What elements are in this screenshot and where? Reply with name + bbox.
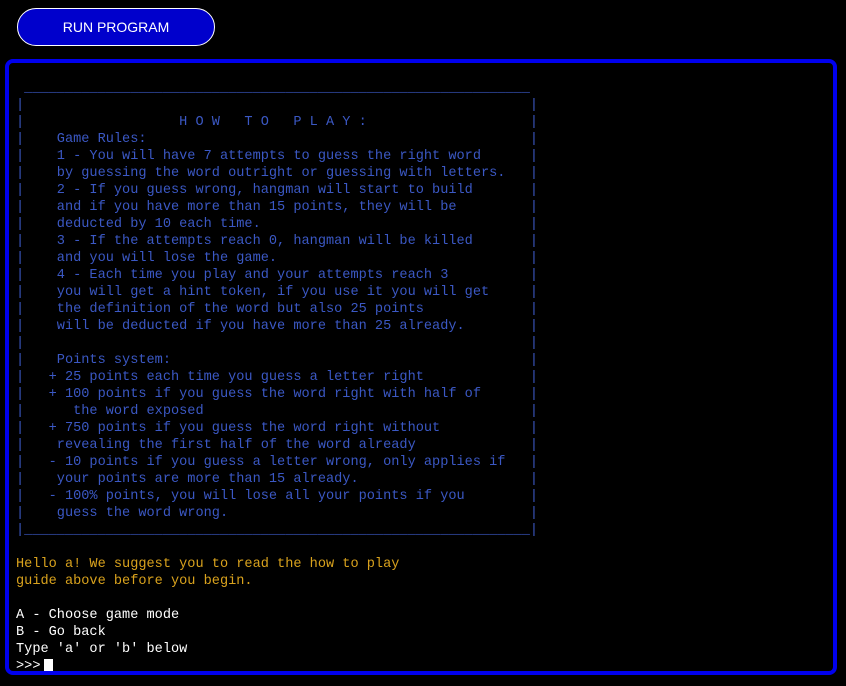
rules-line: | 1 - You will have 7 attempts to guess … [16, 149, 539, 164]
rules-line: | 3 - If the attempts reach 0, hangman w… [16, 234, 539, 249]
menu-options: A - Choose game mode B - Go back Type 'a… [16, 607, 538, 658]
rules-line: | the word exposed | [16, 404, 539, 419]
menu-option-b: B - Go back [16, 625, 106, 640]
text-cursor[interactable] [44, 658, 54, 671]
run-program-button[interactable]: RUN PROGRAM [17, 8, 215, 46]
rules-title: | H O W T O P L A Y : | [16, 115, 539, 130]
rules-line: | + 100 points if you guess the word rig… [16, 387, 539, 402]
rules-line: | and you will lose the game. | [16, 251, 539, 266]
greeting-message: Hello a! We suggest you to read the how … [16, 556, 538, 590]
rules-line: | you will get a hint token, if you use … [16, 285, 539, 300]
prompt-symbol: >>> [16, 659, 41, 674]
greeting-line: Hello a! We suggest you to read the how … [16, 557, 400, 572]
rules-line: | 2 - If you guess wrong, hangman will s… [16, 183, 539, 198]
rules-line: | 4 - Each time you play and your attemp… [16, 268, 539, 283]
rules-line: | the definition of the word but also 25… [16, 302, 539, 317]
rules-line: | - 10 points if you guess a letter wron… [16, 455, 539, 470]
rules-line: | - 100% points, you will lose all your … [16, 489, 539, 504]
greeting-line: guide above before you begin. [16, 574, 253, 589]
rules-line: | | [16, 98, 539, 113]
input-prompt[interactable]: >>> [16, 658, 538, 674]
menu-instruction: Type 'a' or 'b' below [16, 642, 188, 657]
terminal-window[interactable]: ________________________________________… [5, 59, 837, 675]
rules-line: | + 750 points if you guess the word rig… [16, 421, 539, 436]
rules-line: | revealing the first half of the word a… [16, 438, 539, 453]
rules-line: | Game Rules: | [16, 132, 539, 147]
rules-line: ________________________________________… [16, 81, 530, 96]
rules-line: | | [16, 336, 539, 351]
how-to-play-box: ________________________________________… [16, 80, 538, 539]
menu-option-a: A - Choose game mode [16, 608, 180, 623]
rules-line: | Points system: | [16, 353, 539, 368]
rules-line: | and if you have more than 15 points, t… [16, 200, 539, 215]
rules-line: | + 25 points each time you guess a lett… [16, 370, 539, 385]
terminal-output: ________________________________________… [16, 63, 538, 674]
rules-line: | deducted by 10 each time. | [16, 217, 539, 232]
rules-line: | guess the word wrong. | [16, 506, 539, 521]
rules-line: | by guessing the word outright or guess… [16, 166, 539, 181]
rules-line: |_______________________________________… [16, 523, 539, 538]
rules-line: | will be deducted if you have more than… [16, 319, 539, 334]
rules-line: | your points are more than 15 already. … [16, 472, 539, 487]
